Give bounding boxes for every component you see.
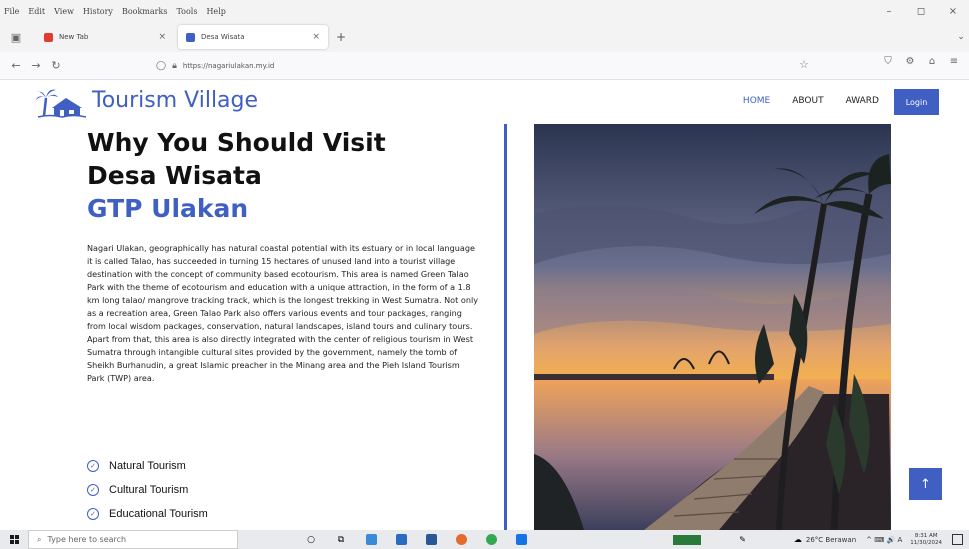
menu-tools[interactable]: Tools (176, 7, 197, 16)
clock[interactable]: 8:31 AM 11/30/2024 (910, 533, 942, 547)
taskbar-apps: ○ ⧉ (296, 533, 536, 547)
pen-icon[interactable]: ✎ (739, 535, 746, 544)
notifications-icon[interactable] (952, 534, 963, 545)
back-button[interactable]: ← (6, 59, 26, 72)
heading-line: Why You Should Visit (87, 128, 386, 157)
tab-title: New Tab (59, 33, 89, 41)
task-view-icon[interactable]: ⧉ (326, 533, 356, 547)
taskbar-search-box[interactable]: ⌕ Type here to search (28, 530, 238, 549)
back-to-top-button[interactable]: ↑ (909, 468, 942, 500)
palm-house-logo-icon[interactable] (36, 86, 86, 118)
weather-text[interactable]: 26°C Berawan (806, 536, 856, 544)
weather-icon: ☁ (793, 535, 802, 544)
extensions-icon[interactable]: ⚙ (899, 56, 921, 67)
navigation-bar: ← → ↻ ◯ 🔒︎ https://nagariulakan.my.id ☆ … (0, 52, 969, 80)
feature-list: ✓ Natural Tourism ✓ Cultural Tourism ✓ E… (87, 454, 208, 526)
new-tab-button[interactable]: + (336, 30, 346, 44)
feature-label: Natural Tourism (109, 460, 186, 472)
menu-file[interactable]: File (4, 7, 19, 16)
pocket-icon[interactable]: ⛉ (877, 56, 899, 67)
feature-item: ✓ Natural Tourism (87, 454, 208, 478)
site-navigation: HOME ABOUT AWARD (721, 96, 879, 106)
description-paragraph: Nagari Ulakan, geographically has natura… (87, 243, 478, 383)
firefox-view-icon[interactable]: ▣ (6, 31, 26, 44)
maximize-button[interactable]: ◻ (905, 6, 937, 17)
url-text[interactable]: https://nagariulakan.my.id (183, 62, 275, 70)
minimize-button[interactable]: – (873, 6, 905, 17)
menu-edit[interactable]: Edit (28, 7, 45, 16)
check-circle-icon: ✓ (87, 460, 99, 472)
site-title[interactable]: Tourism Village (92, 88, 258, 113)
nav-home[interactable]: HOME (743, 96, 770, 106)
search-icon: ⌕ (37, 534, 42, 544)
feature-label: Educational Tourism (109, 508, 208, 520)
menu-help[interactable]: Help (206, 7, 225, 16)
tab-list-chevron-icon[interactable]: ⌄ (953, 32, 969, 42)
bookmark-star-icon[interactable]: ☆ (799, 58, 809, 71)
shield-icon[interactable]: ◯ (156, 61, 166, 71)
nav-award[interactable]: AWARD (846, 96, 879, 106)
cortana-icon[interactable]: ○ (296, 533, 326, 547)
menu-view[interactable]: View (54, 7, 74, 16)
address-bar[interactable]: ◯ 🔒︎ https://nagariulakan.my.id (150, 55, 810, 77)
heading-line: Desa Wisata (87, 161, 262, 190)
store-icon[interactable] (386, 533, 416, 547)
firefox-favicon-icon (44, 32, 53, 42)
site-favicon-icon (186, 32, 195, 42)
mail-icon[interactable] (506, 533, 536, 547)
system-icons[interactable]: ^ ⌨ 🔊 A (866, 536, 902, 544)
browser-window: File Edit View History Bookmarks Tools H… (0, 0, 969, 549)
close-window-button[interactable]: × (937, 6, 969, 17)
about-section: Why You Should Visit Desa Wisata GTP Ula… (0, 124, 505, 530)
check-circle-icon: ✓ (87, 508, 99, 520)
nav-about[interactable]: ABOUT (792, 96, 823, 106)
forward-button[interactable]: → (26, 59, 46, 72)
tab-close-icon[interactable]: × (312, 32, 320, 42)
mangrove-boardwalk-photo (534, 124, 891, 530)
chrome-icon[interactable] (476, 533, 506, 547)
feature-item: ✓ Cultural Tourism (87, 478, 208, 502)
menu-bar: File Edit View History Bookmarks Tools H… (0, 0, 969, 22)
search-placeholder: Type here to search (47, 535, 127, 544)
vertical-divider (504, 124, 507, 530)
clock-time: 8:31 AM (914, 532, 938, 539)
tab-desa-wisata[interactable]: Desa Wisata × (178, 25, 328, 49)
window-controls: – ◻ × (873, 0, 969, 22)
windows-taskbar: ⌕ Type here to search ○ ⧉ ✎ ☁ 26°C Beraw… (0, 530, 969, 549)
tab-new-tab[interactable]: New Tab × (36, 25, 174, 49)
home-icon[interactable]: ⌂ (921, 56, 943, 67)
menu-history[interactable]: History (83, 7, 113, 16)
heading-accent: GTP Ulakan (87, 194, 249, 223)
widgets-icon[interactable] (356, 533, 386, 547)
firefox-icon[interactable] (446, 533, 476, 547)
tab-title: Desa Wisata (201, 33, 245, 41)
system-tray: ✎ ☁ 26°C Berawan ^ ⌨ 🔊 A 8:31 AM 11/30/2… (673, 530, 969, 549)
check-circle-icon: ✓ (87, 484, 99, 496)
feature-item: ✓ Educational Tourism (87, 502, 208, 526)
windows-start-icon[interactable] (0, 535, 28, 544)
login-button[interactable]: Login (894, 89, 939, 115)
reload-button[interactable]: ↻ (46, 59, 66, 72)
site-header: Tourism Village HOME ABOUT AWARD Login (0, 80, 969, 124)
clock-date: 11/30/2024 (910, 539, 942, 546)
tab-bar: ▣ New Tab × Desa Wisata × + ⌄ (0, 22, 969, 52)
tab-close-icon[interactable]: × (158, 32, 166, 42)
menu-bookmarks[interactable]: Bookmarks (122, 7, 168, 16)
word-icon[interactable] (416, 533, 446, 547)
feature-label: Cultural Tourism (109, 484, 189, 496)
section-heading: Why You Should Visit Desa Wisata GTP Ula… (87, 126, 386, 225)
menu-icon[interactable]: ≡ (943, 56, 965, 67)
toolbar-icons: ⛉ ⚙ ⌂ ≡ (877, 56, 965, 67)
lock-icon[interactable]: 🔒︎ (172, 61, 177, 71)
tray-app-icon[interactable] (673, 534, 702, 545)
